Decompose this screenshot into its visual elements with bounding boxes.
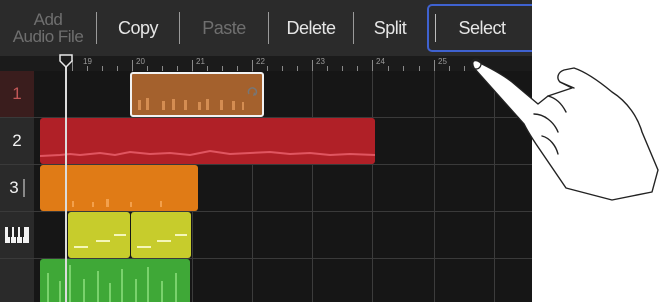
track-1-number: 1	[12, 84, 22, 103]
ruler-tick	[192, 60, 193, 71]
add-audio-file-button[interactable]: Add Audio File	[0, 0, 96, 56]
split-label: Split	[373, 17, 407, 38]
waveform	[72, 199, 162, 207]
add-audio-file-label-line2: Audio File	[12, 27, 84, 46]
bar-number: 25	[438, 57, 447, 66]
ruler-tick	[312, 60, 313, 71]
ruler-tick	[132, 60, 133, 71]
track-4-header[interactable]	[0, 212, 34, 258]
piano-keys-icon	[5, 227, 29, 243]
timeline-ruler[interactable]: 19 20 21 22 23 24 25	[0, 56, 532, 71]
ruler-tick	[372, 60, 373, 71]
bar-number: 23	[316, 57, 325, 66]
paste-label: Paste	[202, 17, 246, 38]
waveform	[138, 98, 244, 110]
midi-notes	[137, 234, 187, 248]
track-3-region[interactable]	[40, 165, 198, 211]
timeline-screen: Add Audio File Copy Paste Delete Split S…	[0, 0, 532, 302]
add-audio-file-label-line1: Add	[33, 10, 63, 29]
pointing-hand-icon	[470, 58, 659, 201]
delete-label: Delete	[286, 17, 336, 38]
track-4-region-b[interactable]	[131, 212, 191, 258]
ruler-tick	[434, 60, 435, 71]
track-3-number: 3	[9, 178, 19, 197]
bar-number: 22	[256, 57, 265, 66]
split-button[interactable]: Split	[354, 0, 426, 56]
waveform	[47, 265, 177, 302]
bar-number: 21	[196, 57, 205, 66]
track-row-4[interactable]	[0, 212, 532, 258]
track-row-2[interactable]: 2	[0, 118, 532, 164]
track-row-1[interactable]: 1	[0, 71, 532, 117]
playhead[interactable]	[65, 56, 67, 302]
copy-label: Copy	[117, 17, 159, 38]
delete-button[interactable]: Delete	[269, 0, 353, 56]
track-row-5[interactable]	[0, 259, 532, 302]
track-3-header[interactable]: 3	[0, 165, 34, 211]
bar-number: 20	[136, 57, 145, 66]
track-2-header[interactable]: 2	[0, 118, 34, 164]
midi-notes	[74, 234, 126, 248]
track-1-header[interactable]: 1	[0, 71, 34, 117]
copy-button[interactable]: Copy	[97, 0, 179, 56]
track-3-level-meter	[22, 179, 25, 197]
ruler-tick	[252, 60, 253, 71]
track-5-header[interactable]	[0, 259, 34, 302]
toolbar: Add Audio File Copy Paste Delete Split S…	[0, 0, 532, 56]
track-row-3[interactable]: 3	[0, 165, 532, 211]
select-divider	[435, 14, 436, 42]
playhead-marker-icon[interactable]	[58, 54, 74, 68]
track-1-region-selected[interactable]	[130, 72, 264, 117]
track-4-region-a[interactable]	[68, 212, 130, 258]
waveform	[40, 149, 375, 157]
paste-button[interactable]: Paste	[180, 0, 268, 56]
bar-number: 24	[376, 57, 385, 66]
loop-icon	[247, 87, 258, 96]
track-2-number: 2	[12, 131, 22, 150]
track-2-region[interactable]	[40, 118, 375, 164]
select-button[interactable]: Select	[427, 4, 532, 52]
track-5-region[interactable]	[40, 259, 190, 302]
select-label: Select	[458, 17, 506, 38]
bar-number: 19	[83, 57, 92, 66]
